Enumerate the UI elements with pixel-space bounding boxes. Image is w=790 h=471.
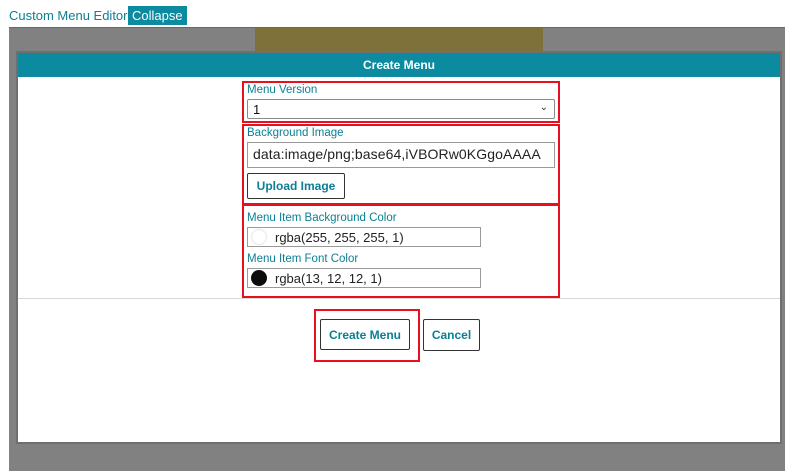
cancel-button[interactable]: Cancel bbox=[423, 319, 480, 351]
create-menu-modal: Create Menu Menu Version 1 ⌄ Background … bbox=[16, 51, 782, 444]
app-title: Custom Menu Editor bbox=[9, 8, 128, 23]
bg-color-swatch[interactable] bbox=[251, 229, 267, 245]
item-font-color-input[interactable]: rgba(13, 12, 12, 1) bbox=[247, 268, 481, 288]
font-color-swatch[interactable] bbox=[251, 270, 267, 286]
item-bg-color-input[interactable]: rgba(255, 255, 255, 1) bbox=[247, 227, 481, 247]
create-menu-highlight: Create Menu bbox=[314, 309, 420, 362]
menu-version-select[interactable]: 1 ⌄ bbox=[247, 99, 555, 119]
item-font-color-value: rgba(13, 12, 12, 1) bbox=[275, 271, 382, 286]
menu-item-colors-section: Menu Item Background Color rgba(255, 255… bbox=[242, 204, 560, 298]
top-bar: Custom Menu Editor Collapse bbox=[0, 0, 790, 28]
modal-title: Create Menu bbox=[18, 53, 780, 77]
item-bg-color-value: rgba(255, 255, 255, 1) bbox=[275, 230, 404, 245]
item-bg-color-label: Menu Item Background Color bbox=[247, 212, 397, 224]
background-image-label: Background Image bbox=[247, 127, 344, 139]
background-image-input[interactable]: data:image/png;base64,iVBORw0KGgoAAAA bbox=[247, 142, 555, 168]
collapse-button[interactable]: Collapse bbox=[128, 6, 187, 25]
background-image-value: data:image/png;base64,iVBORw0KGgoAAAA bbox=[253, 146, 541, 162]
background-image-section: Background Image data:image/png;base64,i… bbox=[242, 124, 560, 205]
create-menu-button[interactable]: Create Menu bbox=[320, 319, 410, 350]
menu-version-section: Menu Version 1 ⌄ bbox=[242, 81, 560, 123]
chevron-down-icon: ⌄ bbox=[539, 102, 548, 113]
menu-version-value: 1 bbox=[253, 102, 261, 117]
upload-image-button[interactable]: Upload Image bbox=[247, 173, 345, 199]
item-font-color-label: Menu Item Font Color bbox=[247, 253, 359, 265]
menu-version-label: Menu Version bbox=[247, 84, 318, 96]
modal-divider bbox=[18, 298, 780, 299]
